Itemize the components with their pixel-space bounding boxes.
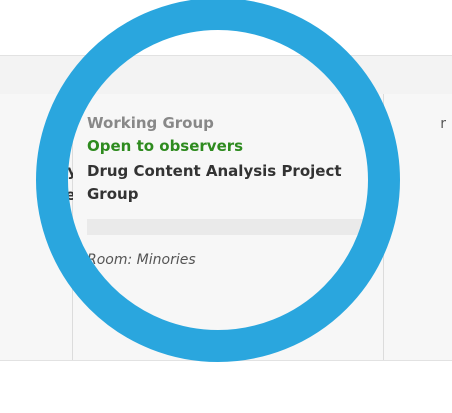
highlight-circle [36, 0, 400, 362]
bottom-area [0, 360, 452, 413]
right-cell-text-fragment: r [440, 116, 446, 132]
